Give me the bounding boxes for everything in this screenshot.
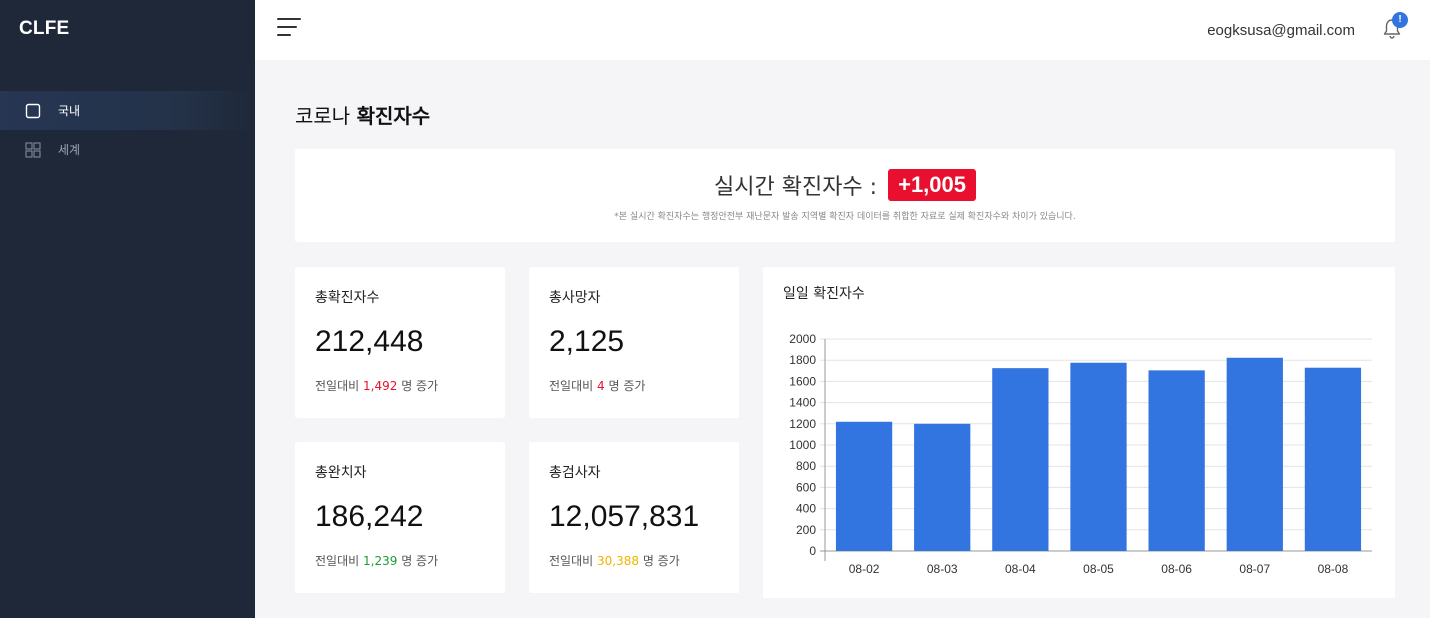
- stat-value: 186,242: [315, 500, 424, 533]
- stat-title: 총사망자: [549, 290, 601, 306]
- stat-title: 총완치자: [315, 465, 367, 481]
- bar: [835, 421, 893, 551]
- bar: [1226, 357, 1283, 551]
- top-bar: eogksusa@gmail.com !: [255, 0, 1430, 60]
- stat-value: 212,448: [315, 325, 424, 358]
- stat-card-total-recovered: 총완치자 186,242 전일대비 1,239 명 증가: [295, 442, 505, 593]
- sidebar-item-label: 세계: [58, 143, 81, 157]
- y-tick-label: 1800: [789, 353, 816, 367]
- page-title-prefix: 코로나: [295, 104, 351, 128]
- bar: [1070, 362, 1127, 551]
- bar: [1148, 370, 1205, 551]
- page-title: 코로나 확진자수: [295, 100, 430, 129]
- y-tick-label: 2000: [789, 332, 816, 346]
- y-tick-label: 1200: [789, 417, 816, 431]
- realtime-value-badge: +1,005: [888, 169, 976, 201]
- y-tick-label: 400: [796, 502, 816, 516]
- stat-value: 2,125: [549, 325, 625, 358]
- stat-card-total-tested: 총검사자 12,057,831 전일대비 30,388 명 증가: [529, 442, 739, 593]
- stat-delta-prefix: 전일대비: [315, 379, 360, 393]
- x-tick-label: 08-05: [1083, 562, 1114, 576]
- menu-toggle-icon[interactable]: [277, 18, 301, 38]
- realtime-note: *본 실시간 확진자수는 행정안전부 재난문자 발송 지역별 확진자 데이터를 …: [614, 212, 1076, 222]
- realtime-label: 실시간 확진자수 :: [714, 175, 878, 200]
- x-tick-label: 08-08: [1318, 562, 1349, 576]
- y-tick-label: 1600: [789, 374, 816, 388]
- bar: [1304, 367, 1362, 551]
- y-tick-label: 1400: [789, 396, 816, 410]
- sidebar: CLFE 국내 세계: [0, 0, 255, 618]
- x-tick-label: 08-04: [1005, 562, 1036, 576]
- stat-delta-suffix: 명 증가: [608, 379, 646, 393]
- stat-delta-prefix: 전일대비: [549, 379, 594, 393]
- stat-delta: 전일대비 1,492 명 증가: [315, 377, 438, 394]
- stat-delta-suffix: 명 증가: [642, 554, 680, 568]
- notification-badge: !: [1392, 12, 1408, 28]
- stat-card-total-deaths: 총사망자 2,125 전일대비 4 명 증가: [529, 267, 739, 418]
- sidebar-item-world[interactable]: 세계: [0, 130, 255, 169]
- x-tick-label: 08-06: [1161, 562, 1192, 576]
- stat-card-total-confirmed: 총확진자수 212,448 전일대비 1,492 명 증가: [295, 267, 505, 418]
- bar: [914, 423, 971, 551]
- bar: [992, 368, 1049, 551]
- x-tick-label: 08-03: [927, 562, 958, 576]
- stat-title: 총확진자수: [315, 290, 380, 306]
- y-tick-label: 600: [796, 480, 816, 494]
- stat-delta-suffix: 명 증가: [401, 379, 439, 393]
- x-tick-label: 08-07: [1239, 562, 1270, 576]
- stat-delta: 전일대비 1,239 명 증가: [315, 552, 438, 569]
- daily-confirmed-bar-chart: 0 200 400 600 800 1000 1200 1400 1600 1800 2000 08-…: [789, 332, 1372, 576]
- brand-logo[interactable]: CLFE: [19, 18, 69, 40]
- x-tick-label: 08-02: [849, 562, 880, 576]
- y-tick-label: 200: [796, 523, 816, 537]
- y-tick-label: 800: [796, 459, 816, 473]
- y-tick-label: 0: [809, 544, 816, 558]
- stat-delta: 전일대비 4 명 증가: [549, 377, 645, 394]
- stat-delta: 전일대비 30,388 명 증가: [549, 552, 680, 569]
- stat-delta-value: 4: [597, 379, 605, 393]
- grid-icon: [25, 142, 41, 158]
- page-title-bold: 확진자수: [356, 104, 431, 128]
- stat-title: 총검사자: [549, 465, 601, 481]
- daily-confirmed-chart-card: 일일 확진자수 0 200 400 600 800 1000 1200 1400 1600 180…: [763, 267, 1395, 598]
- stat-delta-prefix: 전일대비: [315, 554, 360, 568]
- stat-delta-prefix: 전일대비: [549, 554, 594, 568]
- stat-delta-value: 30,388: [597, 554, 639, 568]
- stat-delta-suffix: 명 증가: [401, 554, 439, 568]
- realtime-card: 실시간 확진자수 : +1,005 *본 실시간 확진자수는 행정안전부 재난문…: [295, 149, 1395, 242]
- y-tick-label: 1000: [789, 438, 816, 452]
- stat-value: 12,057,831: [549, 500, 700, 533]
- stat-delta-value: 1,239: [363, 554, 398, 568]
- realtime-line: 실시간 확진자수 : +1,005: [295, 169, 1395, 201]
- square-icon: [25, 103, 41, 119]
- user-email[interactable]: eogksusa@gmail.com: [1207, 22, 1355, 39]
- sidebar-item-domestic[interactable]: 국내: [0, 91, 255, 130]
- stat-delta-value: 1,492: [363, 379, 398, 393]
- sidebar-item-label: 국내: [58, 104, 81, 118]
